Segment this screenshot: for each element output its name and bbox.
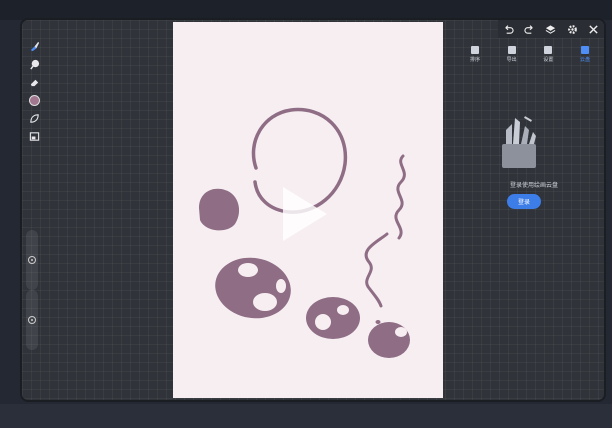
tab-cloud-label: 云盘 [579,57,590,63]
device-bezel-bottom [0,404,612,428]
layers-thumb-icon[interactable] [27,130,41,143]
squiggle-stroke-1 [394,154,406,240]
cloud-drive-illustration [502,116,536,168]
video-play-icon [283,187,327,241]
side-panel-tabs: 排序 导出 设置 云盘 [456,46,604,68]
device-bezel-top [0,0,612,20]
layers-icon[interactable] [544,22,558,36]
tab-cloud[interactable]: 云盘 [574,46,596,68]
undo-icon[interactable] [502,22,516,36]
tab-settings-label: 设置 [543,57,554,63]
tab-sort[interactable]: 排序 [464,46,486,68]
opacity-slider[interactable] [26,290,38,350]
squiggle-stroke-2 [364,232,389,308]
brush-icon[interactable] [27,40,41,53]
opacity-knob[interactable] [28,316,36,324]
small-blob-stroke [368,322,410,358]
color-icon[interactable] [27,94,41,107]
redo-icon[interactable] [523,22,537,36]
eraser-icon[interactable] [27,76,41,89]
brush-size-knob[interactable] [28,256,36,264]
drawing-canvas[interactable] [173,22,443,398]
top-toolbar [498,20,604,38]
tablet-screen: 排序 导出 设置 云盘 登录使用绘画云盘 登录 [22,20,604,400]
login-button[interactable]: 登录 [507,194,541,209]
settings-icon [544,46,553,54]
current-color-swatch [28,95,40,106]
close-icon[interactable] [586,22,600,36]
sort-icon [471,46,479,54]
smudge-icon[interactable] [27,58,41,71]
tab-settings[interactable]: 设置 [537,46,559,68]
tab-sort-label: 排序 [469,57,480,63]
tab-export-label: 导出 [506,57,517,63]
cloud-login-prompt: 登录使用绘画云盘 [509,182,558,189]
cloud-icon [580,46,589,54]
medium-blob-stroke [306,297,360,339]
leaf-icon[interactable] [27,112,41,125]
tab-export[interactable]: 导出 [501,46,523,68]
solid-blob-stroke [199,188,240,231]
export-icon [507,46,516,54]
brush-size-slider[interactable] [26,230,38,290]
gear-icon[interactable] [565,22,579,36]
